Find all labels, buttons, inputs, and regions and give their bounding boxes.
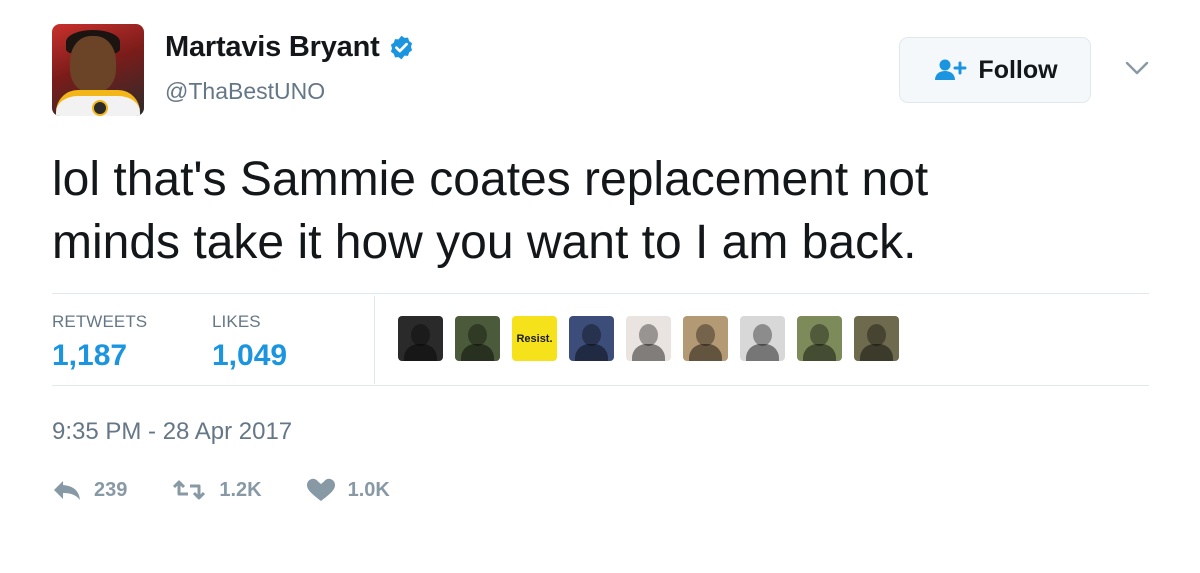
liker-avatar-body (689, 344, 722, 361)
display-name[interactable]: Martavis Bryant (165, 31, 380, 64)
liker-avatar-head (753, 324, 772, 346)
liker-avatar-head (411, 324, 430, 346)
follow-button[interactable]: Follow (899, 37, 1091, 103)
reply-icon (54, 481, 80, 500)
liker-avatar-head (582, 324, 601, 346)
like-button[interactable]: 1.0K (306, 478, 390, 502)
stats-divider (374, 296, 375, 384)
name-row: Martavis Bryant (165, 31, 415, 64)
avatar-face (70, 36, 116, 92)
divider (52, 385, 1149, 386)
reply-button[interactable]: 239 (52, 479, 127, 502)
liker-avatar-body (803, 344, 836, 361)
liker-avatar-body (404, 344, 437, 361)
liker-avatar-body (632, 344, 665, 361)
liker-avatar-body (860, 344, 893, 361)
like-count: 1.0K (347, 478, 390, 501)
liker-avatar[interactable] (683, 316, 728, 361)
divider (52, 293, 1149, 294)
tweet-text-line: minds take it how you want to I am back. (52, 216, 917, 269)
heart-icon (306, 478, 335, 501)
likes-stat[interactable]: LIKES 1,049 (212, 312, 287, 373)
user-handle[interactable]: @ThaBestUNO (165, 78, 325, 105)
retweets-count: 1,187 (52, 339, 128, 372)
liker-avatar[interactable] (797, 316, 842, 361)
liker-avatar-body (461, 344, 494, 361)
liker-avatar-head (810, 324, 829, 346)
likes-label: LIKES (212, 312, 261, 331)
liker-avatar-head (468, 324, 487, 346)
liker-avatar-head (696, 324, 715, 346)
retweet-icon (173, 480, 206, 500)
liker-avatar[interactable] (854, 316, 899, 361)
liker-avatar-head (867, 324, 886, 346)
add-user-icon (935, 59, 967, 80)
liker-avatars: Resist. (398, 316, 911, 361)
liker-avatar-body (575, 344, 608, 361)
retweets-label: RETWEETS (52, 312, 148, 331)
reply-count: 239 (94, 478, 128, 501)
retweets-stat[interactable]: RETWEETS 1,187 (52, 312, 147, 373)
liker-avatar[interactable] (740, 316, 785, 361)
tweet-text: lol that's Sammie coates replacement not… (52, 148, 1142, 274)
tweet-timestamp[interactable]: 9:35 PM - 28 Apr 2017 (52, 418, 292, 446)
retweet-count: 1.2K (219, 478, 262, 501)
likes-count: 1,049 (212, 339, 288, 372)
action-bar: 239 1.2K 1.0K (52, 478, 434, 502)
liker-avatar[interactable] (398, 316, 443, 361)
liker-avatar-head (639, 324, 658, 346)
tweet-text-line: lol that's Sammie coates replacement not (52, 153, 929, 206)
verified-badge-icon (390, 35, 412, 60)
liker-avatar[interactable] (626, 316, 671, 361)
liker-avatar[interactable]: Resist. (512, 316, 557, 361)
avatar-team-logo (92, 100, 108, 116)
liker-avatar[interactable] (569, 316, 614, 361)
user-avatar[interactable] (52, 24, 144, 116)
liker-avatar-text: Resist. (516, 332, 553, 345)
follow-label: Follow (978, 55, 1058, 84)
chevron-down-icon[interactable] (1124, 60, 1150, 76)
liker-avatar-body (746, 344, 779, 361)
retweet-button[interactable]: 1.2K (171, 478, 262, 502)
liker-avatar[interactable] (455, 316, 500, 361)
